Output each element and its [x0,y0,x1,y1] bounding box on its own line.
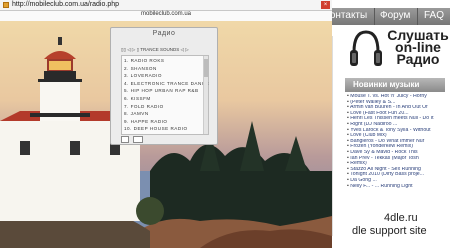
site-favicon-icon [3,2,9,8]
new-music-list: Mouse T. vs. Hot 'n' Juicy - Horny(Peter… [345,92,445,189]
station-item[interactable]: 9. HAPPE RADIO [124,118,208,126]
play-stop-icon[interactable] [121,136,129,143]
lighthouse-background-image: Радио ▯▯ ◁ ▷ ▯ TRANCE SOUNDS ◁ ▷ 1. RADI… [0,21,332,248]
address-url: http://mobileclub.com.ua/radio.php [12,1,120,8]
address-bar[interactable]: http://mobileclub.com.ua/radio.php × [0,0,332,11]
popup-window: http://mobileclub.com.ua/radio.php × mob… [0,0,332,248]
nav-item-forum[interactable]: Форум [380,10,410,21]
close-icon[interactable]: × [321,1,330,9]
radio-controls [121,136,161,144]
nav-separator [374,8,375,25]
footer-tagline: dle support site [352,225,427,237]
radio-title: Радио [152,30,176,37]
radio-toolbar[interactable]: ▯▯ ◁ ▷ ▯ TRANCE SOUNDS ◁ ▷ [121,47,209,54]
station-item[interactable]: 8. JAMVN [124,110,208,118]
column-divider [332,36,333,236]
promo-text: Слушать on-line Радио [387,28,449,66]
nav-item-faq[interactable]: FAQ [424,10,444,21]
station-list: 1. RADIO ROKS 2. SHANSON 3. LOVERADIO 4. EL… [122,56,209,133]
radio-player-widget: Радио ▯▯ ◁ ▷ ▯ TRANCE SOUNDS ◁ ▷ 1. RADI… [110,27,218,145]
station-item[interactable]: 1. RADIO ROKS [124,57,208,65]
scrollbar-thumb[interactable] [204,59,208,77]
station-scrollbar[interactable] [203,56,208,134]
site-nav-bar: Контакты Форум FAQ [322,8,450,25]
volume-icon[interactable] [133,136,143,143]
station-item[interactable]: 3. LOVERADIO [124,72,208,80]
station-item[interactable]: 7. FOLD RADIO [124,103,208,111]
headphones-icon [350,30,382,66]
station-item[interactable]: 10. DEEP HOUSE RADIO [124,125,208,133]
new-music-title: Новинки музыки [345,78,445,92]
news-item[interactable]: Nelly F... - ... Running Light [347,184,445,190]
station-item[interactable]: 6. KISSFM [124,95,208,103]
footer-brand: 4dle.ru [384,212,418,224]
station-item[interactable]: 2. SHANSON [124,65,208,73]
site-caption: mobileclub.com.ua [0,11,332,21]
station-item[interactable]: 5. HIP HOP URBAN RAP R&B [124,87,208,95]
station-list-box: 1. RADIO ROKS 2. SHANSON 3. LOVERADIO 4. EL… [121,55,209,135]
radio-promo-banner[interactable]: Слушать on-line Радио [343,28,449,76]
station-item[interactable]: 4. ELECTRONIC TRANCE DANCE [124,80,209,88]
nav-separator [417,8,418,25]
